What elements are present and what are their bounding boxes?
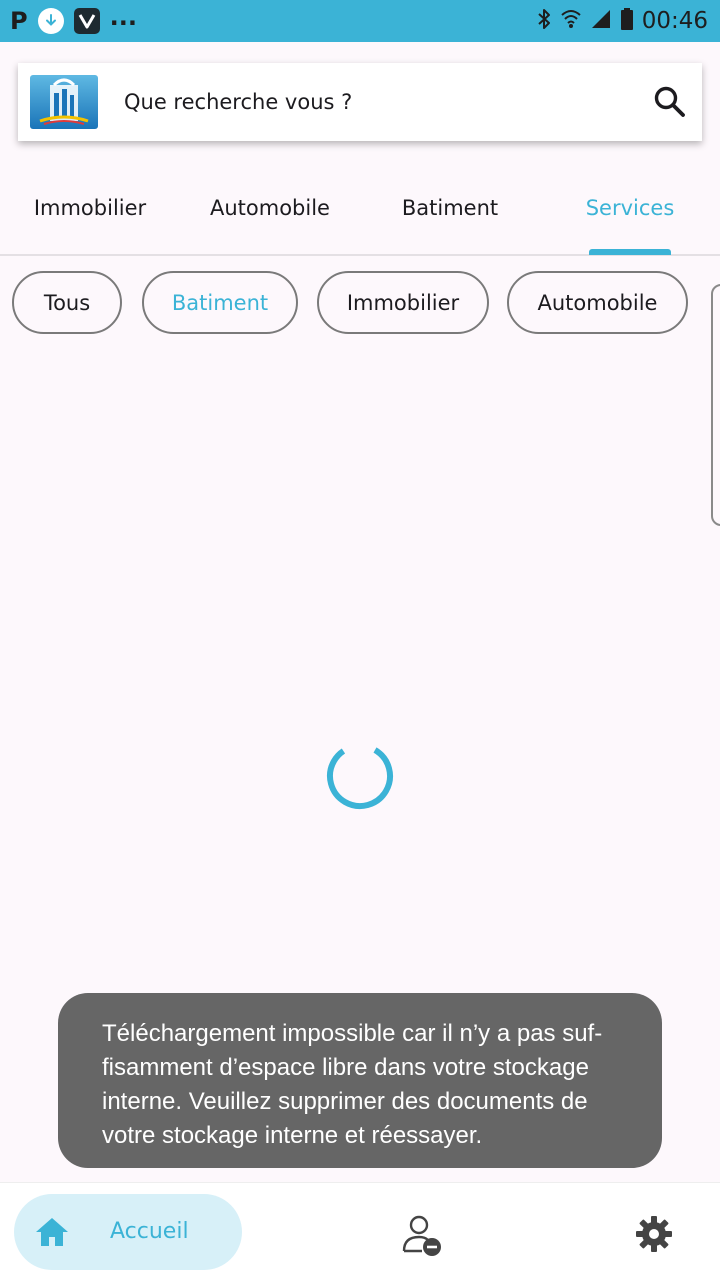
signal-icon bbox=[590, 8, 612, 34]
toast-line: fisamment d’espace libre dans votre stoc… bbox=[102, 1054, 589, 1081]
home-icon bbox=[34, 1214, 70, 1250]
active-tab-indicator bbox=[589, 249, 671, 255]
status-system: 00:46 bbox=[536, 7, 708, 35]
bluetooth-icon bbox=[536, 7, 552, 35]
app-logo bbox=[30, 75, 98, 129]
chip-immobilier[interactable]: Immobilier bbox=[317, 271, 489, 334]
v-app-icon bbox=[73, 8, 100, 34]
nav-home-label: Accueil bbox=[110, 1219, 189, 1244]
profile-icon[interactable] bbox=[400, 1213, 446, 1259]
toast-line: Téléchargement impossible car il n’y a p… bbox=[102, 1020, 603, 1047]
search-bar[interactable]: Que recherche vous ? bbox=[18, 63, 702, 141]
error-toast: Téléchargement impossible car il n’y a p… bbox=[58, 993, 662, 1168]
battery-icon bbox=[620, 7, 634, 35]
status-bar: P ... 00:46 bbox=[0, 0, 720, 42]
more-notifications: ... bbox=[109, 3, 137, 31]
tab-automobile[interactable]: Automobile bbox=[180, 160, 360, 256]
wifi-icon bbox=[560, 7, 582, 35]
tab-immobilier[interactable]: Immobilier bbox=[0, 160, 180, 256]
toast-line: interne. Veuillez supprimer des document… bbox=[102, 1088, 588, 1115]
search-icon[interactable] bbox=[652, 84, 688, 120]
category-tabs: Immobilier Automobile Batiment Services bbox=[0, 160, 720, 256]
chip-tous[interactable]: Tous bbox=[12, 271, 122, 334]
toast-line: votre stockage interne et réessayer. bbox=[102, 1122, 483, 1149]
nav-home-button[interactable]: Accueil bbox=[14, 1194, 242, 1270]
tab-services[interactable]: Services bbox=[540, 160, 720, 256]
chip-batiment[interactable]: Batiment bbox=[142, 271, 298, 334]
p-icon: P bbox=[10, 7, 28, 35]
status-notifications: P ... bbox=[10, 3, 137, 35]
clock: 00:46 bbox=[641, 8, 708, 34]
bottom-navigation: Accueil bbox=[0, 1182, 720, 1280]
download-icon bbox=[37, 8, 64, 34]
chip-overflow-edge[interactable] bbox=[711, 284, 720, 526]
loading-spinner bbox=[324, 740, 396, 812]
chip-automobile[interactable]: Automobile bbox=[507, 271, 688, 334]
search-input[interactable]: Que recherche vous ? bbox=[124, 63, 352, 141]
tab-batiment[interactable]: Batiment bbox=[360, 160, 540, 256]
gear-icon[interactable] bbox=[634, 1214, 674, 1254]
